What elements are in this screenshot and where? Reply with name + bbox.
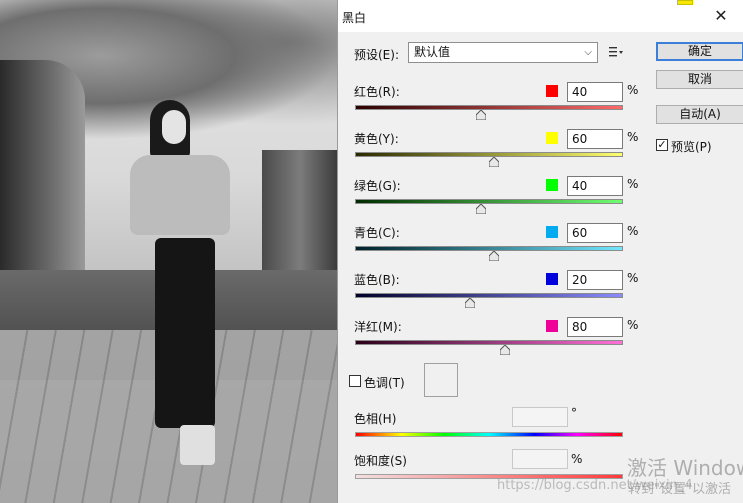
slider-color-swatch: [546, 320, 558, 332]
hue-input: [512, 407, 568, 427]
slider-label: 红色(R):: [354, 85, 400, 99]
woman-figure: [130, 100, 235, 470]
black-white-dialog: 黑白 ✕ 预设(E): 默认值 ⌵ 确定 取消 自动(A) ✓ 预览(P) 红色…: [337, 0, 743, 503]
preview-checkbox[interactable]: ✓: [656, 139, 668, 151]
slider-track[interactable]: [355, 105, 623, 110]
tint-label: 色调(T): [364, 376, 405, 390]
hue-slider-track: [355, 432, 623, 437]
slider-color-swatch: [546, 226, 558, 238]
slider-unit: %: [627, 177, 639, 191]
preset-label: 预设(E):: [354, 48, 399, 62]
slider-color-swatch: [546, 85, 558, 97]
preset-select[interactable]: 默认值 ⌵: [408, 42, 598, 63]
saturation-unit: %: [571, 452, 583, 466]
slider-unit: %: [627, 318, 639, 332]
slider-value-input[interactable]: 40: [567, 82, 623, 102]
checkmark-icon: ✓: [657, 138, 667, 151]
slider-color-swatch: [546, 132, 558, 144]
slider-unit: %: [627, 83, 639, 97]
saturation-label: 饱和度(S): [354, 454, 407, 468]
slider-thumb[interactable]: [489, 157, 499, 167]
preset-value: 默认值: [414, 45, 451, 59]
slider-color-swatch: [546, 179, 558, 191]
windows-activation-subtext: 转到"设置"以激活: [628, 482, 731, 497]
tint-checkbox[interactable]: [349, 375, 361, 387]
slider-track[interactable]: [355, 340, 623, 345]
tint-color-swatch[interactable]: [424, 363, 458, 397]
slider-label: 绿色(G):: [354, 179, 401, 193]
chevron-down-icon: ⌵: [584, 47, 592, 58]
slider-thumb[interactable]: [476, 110, 486, 120]
dialog-title: 黑白: [342, 11, 367, 25]
hue-unit: °: [571, 406, 577, 420]
slider-unit: %: [627, 224, 639, 238]
ok-button[interactable]: 确定: [656, 42, 743, 61]
dialog-titlebar[interactable]: 黑白 ✕: [338, 0, 743, 32]
slider-value-input[interactable]: 40: [567, 176, 623, 196]
slider-label: 黄色(Y):: [354, 132, 399, 146]
slider-thumb[interactable]: [465, 298, 475, 308]
slider-value-input[interactable]: 60: [567, 129, 623, 149]
slider-unit: %: [627, 130, 639, 144]
slider-unit: %: [627, 271, 639, 285]
slider-track[interactable]: [355, 199, 623, 204]
slider-label: 洋红(M):: [354, 320, 402, 334]
slider-track[interactable]: [355, 293, 623, 298]
slider-label: 蓝色(B):: [354, 273, 400, 287]
slider-label: 青色(C):: [354, 226, 400, 240]
slider-value-input[interactable]: 80: [567, 317, 623, 337]
slider-thumb[interactable]: [500, 345, 510, 355]
slider-value-input[interactable]: 20: [567, 270, 623, 290]
slider-color-swatch: [546, 273, 558, 285]
slider-value-input[interactable]: 60: [567, 223, 623, 243]
hue-label: 色相(H): [354, 412, 397, 426]
slider-thumb[interactable]: [489, 251, 499, 261]
cancel-button[interactable]: 取消: [656, 70, 743, 89]
slider-thumb[interactable]: [476, 204, 486, 214]
auto-button[interactable]: 自动(A): [656, 105, 743, 124]
grayscale-photo: [0, 0, 338, 503]
list-options-icon[interactable]: [608, 44, 624, 60]
windows-activation-watermark: 激活 Window: [627, 456, 743, 480]
color-chip: [677, 0, 693, 5]
close-icon[interactable]: ✕: [709, 5, 733, 27]
preview-label: 预览(P): [671, 140, 712, 154]
saturation-input: [512, 449, 568, 469]
